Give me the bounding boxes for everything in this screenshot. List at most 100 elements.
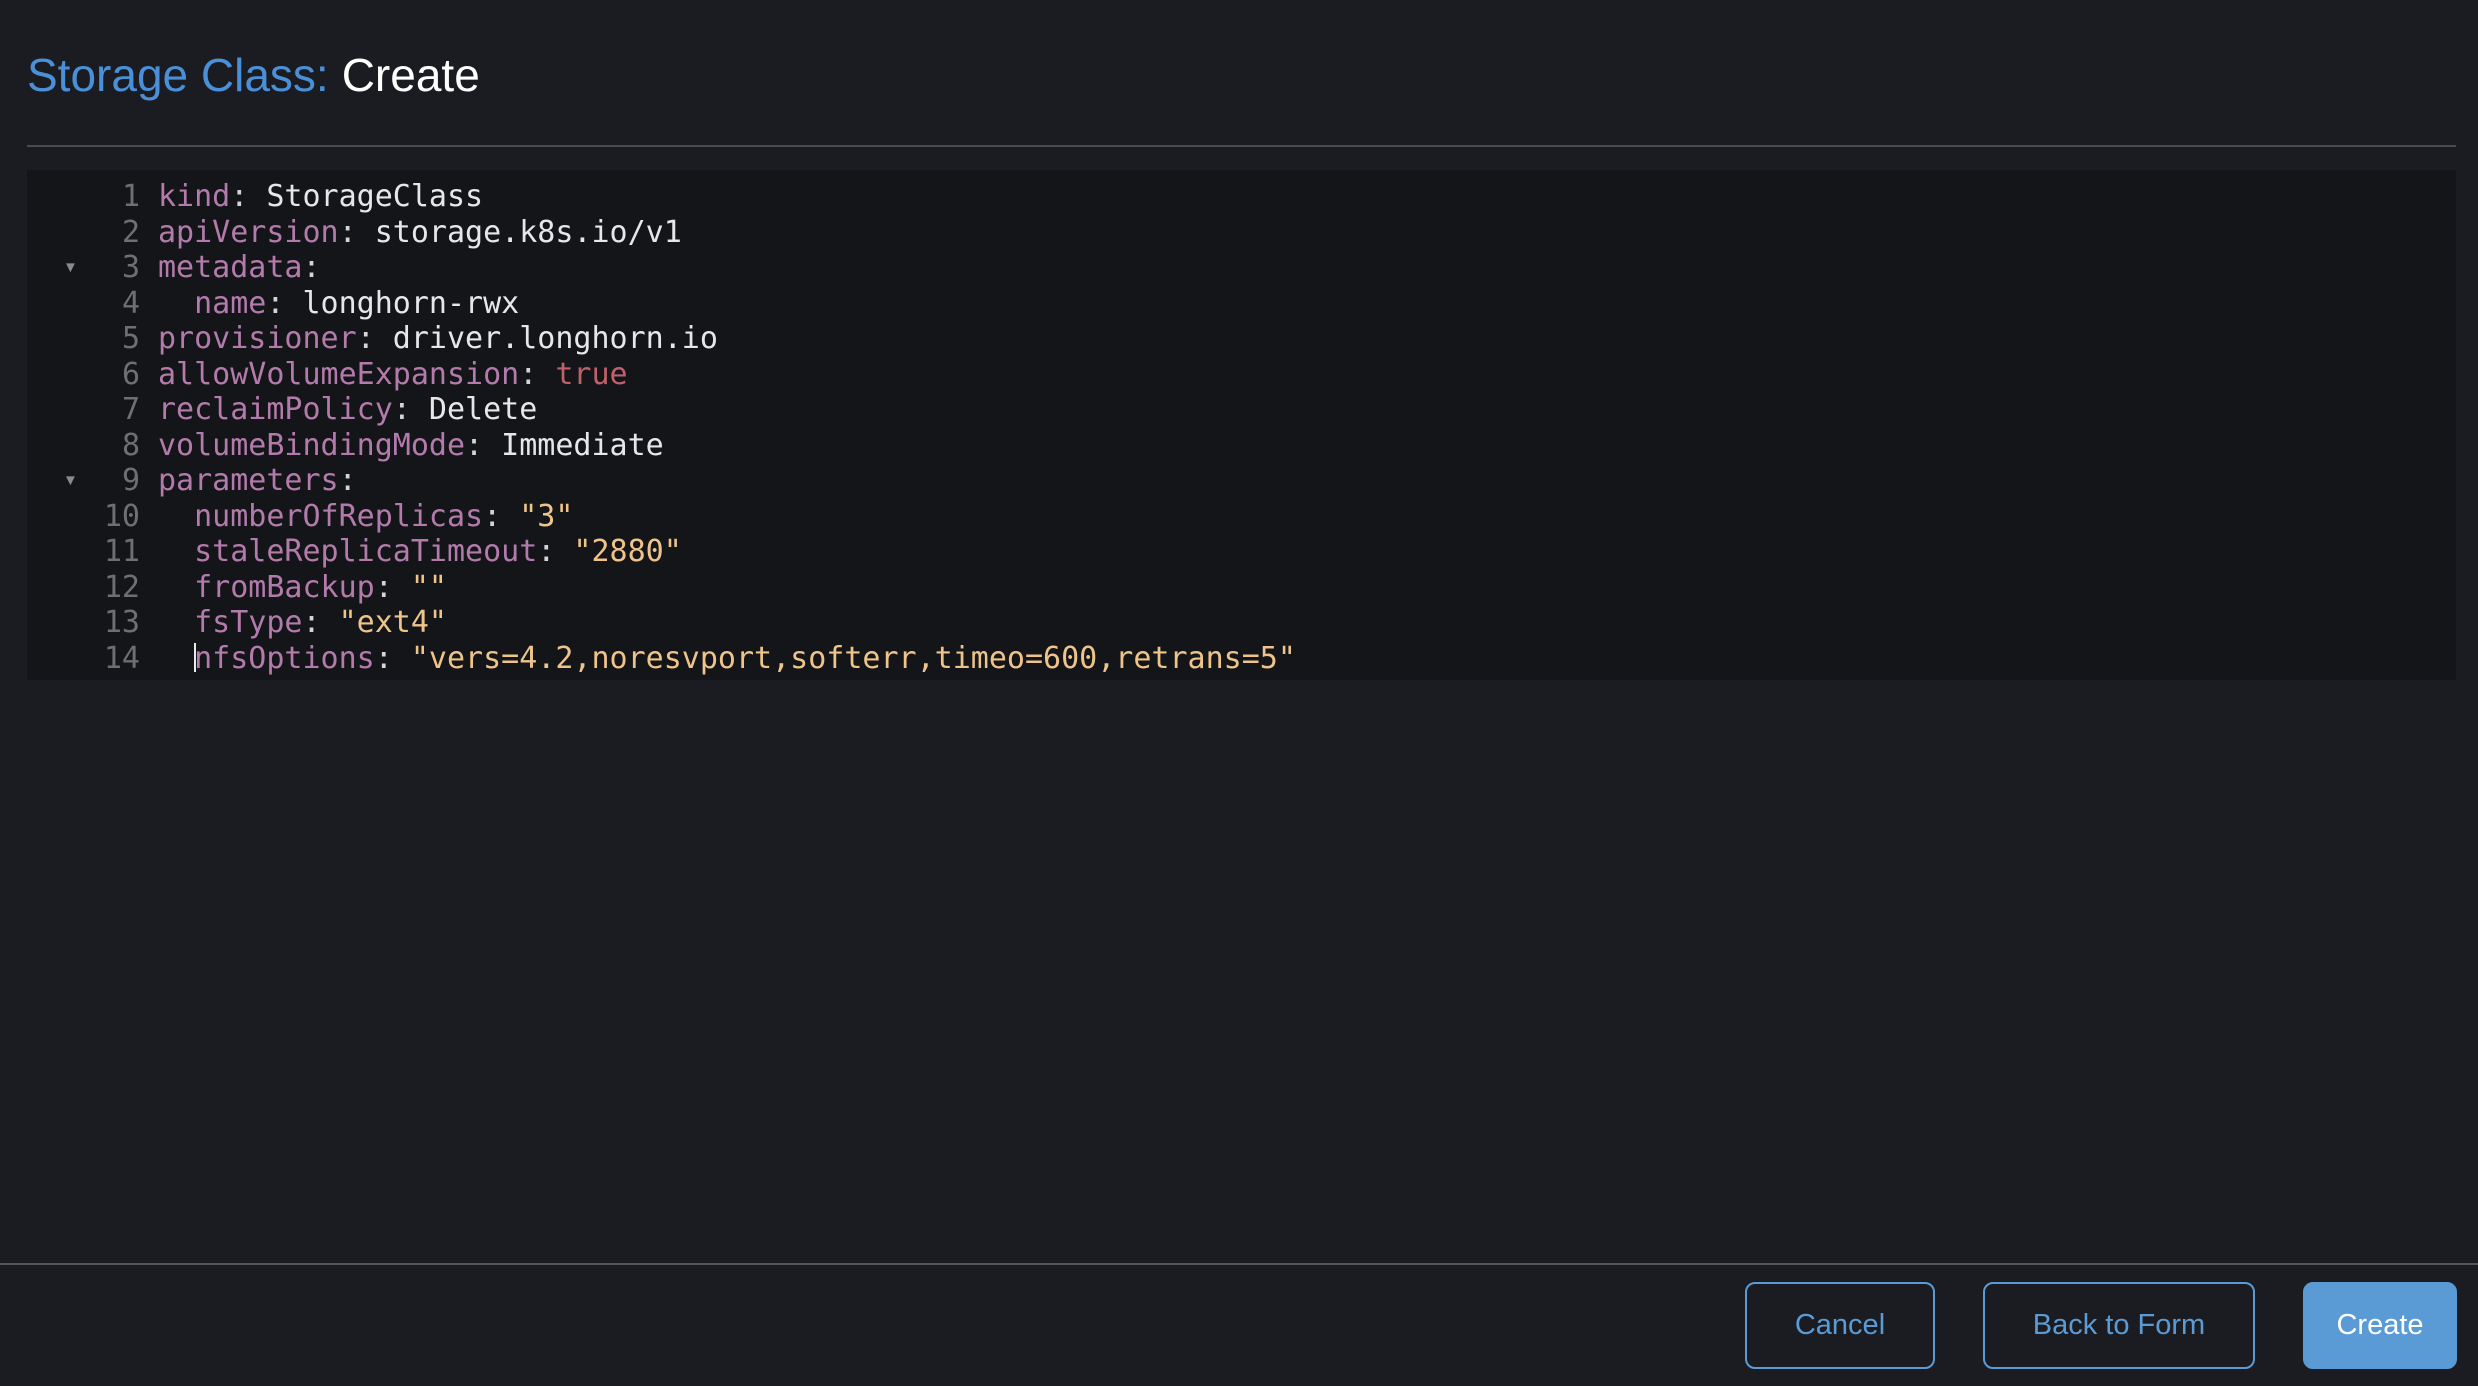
line-number: 2 [121, 214, 140, 250]
code-token-punc: : [302, 605, 321, 640]
code-token-val [158, 499, 194, 534]
code-text: nfsOptions: "vers=4.2,noresvport,softerr… [140, 641, 1296, 676]
back-to-form-button[interactable]: Back to Form [1983, 1282, 2255, 1369]
code-text: fromBackup: "" [140, 570, 447, 605]
code-token-str: "vers=4.2,noresvport,softerr,timeo=600,r… [392, 640, 1296, 676]
code-token-key: parameters [158, 463, 339, 498]
code-token-key: volumeBindingMode [158, 427, 466, 463]
code-text: apiVersion: storage.k8s.io/v1 [140, 215, 682, 250]
code-token-val: StorageClass [248, 179, 484, 214]
code-token-punc: : [392, 392, 411, 427]
code-text: volumeBindingMode: Immediate [140, 428, 664, 463]
code-token-val: Immediate [483, 427, 664, 463]
code-token-punc: : [230, 179, 249, 214]
code-line: 13 fsType: "ext4" [27, 605, 2456, 641]
code-token-key: reclaimPolicy [158, 392, 393, 427]
code-token-punc: : [338, 214, 357, 250]
line-number: 5 [121, 321, 140, 356]
line-number: 10 [103, 498, 140, 534]
code-token-str: "2880" [555, 534, 682, 569]
text-cursor [194, 642, 197, 672]
code-token-key: fromBackup [194, 569, 375, 605]
code-token-punc: : [356, 321, 375, 356]
title-action: Create [341, 49, 480, 101]
code-line: 4 name: longhorn-rwx [27, 286, 2456, 322]
code-token-punc: : [519, 356, 538, 392]
code-token-val [158, 641, 194, 676]
line-number: 14 [103, 640, 140, 676]
fold-arrow-icon[interactable]: ▼ [63, 463, 78, 499]
cancel-button[interactable]: Cancel [1745, 1282, 1935, 1369]
code-text: staleReplicaTimeout: "2880" [140, 534, 682, 569]
code-line: 2 apiVersion: storage.k8s.io/v1 [27, 215, 2456, 251]
code-line: 8 volumeBindingMode: Immediate [27, 428, 2456, 464]
code-token-val: longhorn-rwx [284, 285, 520, 321]
code-token-val: driver.longhorn.io [374, 321, 718, 356]
code-token-punc: : [483, 498, 502, 534]
code-line: ▼ 9 parameters: [27, 463, 2456, 499]
code-token-key: allowVolumeExpansion [158, 356, 520, 392]
line-number: 8 [121, 427, 140, 463]
line-number: 11 [103, 534, 140, 569]
line-number: 4 [121, 285, 140, 321]
code-text: allowVolumeExpansion: true [140, 357, 628, 392]
code-line: 12 fromBackup: "" [27, 570, 2456, 606]
code-token-str: "" [392, 569, 447, 605]
code-token-key: name [194, 285, 267, 321]
code-token-val [158, 286, 194, 321]
fold-arrow-icon[interactable]: ▼ [63, 250, 78, 286]
create-button[interactable]: Create [2303, 1282, 2457, 1369]
yaml-editor[interactable]: 1 kind: StorageClass 2 apiVersion: storage.… [27, 170, 2456, 680]
code-token-key: numberOfReplicas [194, 498, 484, 534]
footer-actions: Cancel Back to Form Create [0, 1263, 2478, 1386]
code-token-val [158, 570, 194, 605]
code-token-val: storage.k8s.io/v1 [356, 214, 682, 250]
line-number: 12 [103, 569, 140, 605]
code-line: 10 numberOfReplicas: "3" [27, 499, 2456, 535]
code-line: 5 provisioner: driver.longhorn.io [27, 321, 2456, 357]
code-text: reclaimPolicy: Delete [140, 392, 537, 427]
code-text: provisioner: driver.longhorn.io [140, 321, 718, 356]
line-number: 9 [121, 463, 140, 498]
code-token-punc: : [338, 463, 357, 498]
page-header: Storage Class: Create [0, 0, 2478, 104]
line-number: 7 [121, 392, 140, 427]
code-token-punc: : [302, 250, 321, 285]
code-text: metadata: [140, 250, 321, 285]
code-text: kind: StorageClass [140, 179, 483, 214]
code-token-atom: true [537, 356, 628, 392]
code-token-punc: : [537, 534, 556, 569]
code-token-str: "3" [501, 498, 574, 534]
code-line: 14 nfsOptions: "vers=4.2,noresvport,soft… [27, 641, 2456, 677]
code-token-key: apiVersion [158, 214, 339, 250]
code-token-key: provisioner [158, 321, 357, 356]
line-number: 3 [121, 250, 140, 285]
code-token-key: fsType [194, 605, 303, 640]
code-line: 1 kind: StorageClass [27, 179, 2456, 215]
code-token-str: "ext4" [320, 605, 447, 640]
code-token-val: Delete [410, 392, 538, 427]
code-text: parameters: [140, 463, 357, 498]
line-number: 6 [121, 356, 140, 392]
code-token-key: nfsOptions [194, 640, 375, 676]
code-line: 6 allowVolumeExpansion: true [27, 357, 2456, 393]
page-title: Storage Class: Create [27, 46, 2451, 104]
header-divider [27, 145, 2456, 147]
code-text: fsType: "ext4" [140, 605, 447, 640]
code-line: 11 staleReplicaTimeout: "2880" [27, 534, 2456, 570]
code-token-key: metadata [158, 250, 303, 285]
line-number: 1 [121, 179, 140, 214]
code-token-val [158, 534, 194, 569]
code-line: ▼ 3 metadata: [27, 250, 2456, 286]
title-resource: Storage Class: [27, 49, 329, 101]
code-token-punc: : [374, 569, 393, 605]
code-line: 7 reclaimPolicy: Delete [27, 392, 2456, 428]
code-token-val [158, 605, 194, 640]
code-token-punc: : [374, 640, 393, 676]
code-token-punc: : [465, 427, 484, 463]
code-text: numberOfReplicas: "3" [140, 499, 573, 534]
code-token-punc: : [266, 285, 285, 321]
line-number: 13 [103, 605, 140, 640]
code-token-key: kind [158, 179, 231, 214]
code-text: name: longhorn-rwx [140, 286, 519, 321]
